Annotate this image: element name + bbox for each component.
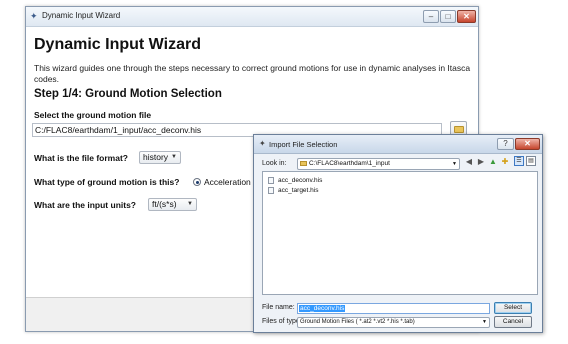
file-type-select[interactable]: Ground Motion Files ( *.at2 *.vt2 *.his … [297,317,490,328]
help-icon: ? [503,139,508,148]
file-name: acc_deconv.his [278,177,323,184]
look-in-select[interactable]: C:\FLAC8\earthdam\1_input ▼ [297,158,460,170]
list-view-icon[interactable]: ☰ [514,156,524,166]
maximize-icon: □ [445,12,451,21]
minimize-icon: – [428,12,434,21]
chevron-down-icon: ▼ [171,154,177,160]
step-title: Step 1/4: Ground Motion Selection [34,88,222,100]
wizard-description: This wizard guides one through the steps… [34,63,471,84]
folder-icon [454,126,464,133]
file-name-label: File name: [262,304,295,311]
import-file-dialog: ✦ Import File Selection ? ✕ Look in: C:\… [253,134,543,333]
file-type-value: Ground Motion Files ( *.at2 *.vt2 *.his … [300,319,415,325]
chevron-down-icon: ▼ [187,201,193,207]
select-button[interactable]: Select [494,302,532,314]
close-button[interactable]: ✕ [457,10,476,23]
acceleration-radio-label[interactable]: Acceleration [204,177,251,187]
maximize-button[interactable]: □ [440,10,456,23]
chevron-down-icon: ▼ [452,161,457,167]
folder-icon [300,161,307,166]
wizard-window-title: Dynamic Input Wizard [42,11,121,20]
list-item[interactable]: acc_target.his [268,186,358,195]
close-icon: ✕ [524,139,531,148]
look-in-value: C:\FLAC8\earthdam\1_input [309,160,390,167]
format-label: What is the file format? [34,153,128,163]
back-icon[interactable]: ◀ [464,157,474,167]
file-name-input[interactable]: acc_deconv.his [297,303,490,314]
format-value: history [143,152,169,162]
file-name: acc_target.his [278,187,319,194]
motion-type-label: What type of ground motion is this? [34,177,180,187]
page-title: Dynamic Input Wizard [34,36,201,53]
units-value: ft/(s*s) [152,199,177,209]
forward-icon[interactable]: ▶ [476,157,486,167]
file-type-label: Files of type: [262,318,302,325]
dialog-title: Import File Selection [269,140,338,149]
file-icon [268,177,274,184]
minimize-button[interactable]: – [423,10,439,23]
wizard-titlebar[interactable]: ✦ Dynamic Input Wizard – □ ✕ [26,7,478,27]
dialog-close-button[interactable]: ✕ [515,138,540,150]
close-icon: ✕ [463,12,470,21]
file-label: Select the ground motion file [34,110,152,120]
units-label: What are the input units? [34,200,136,210]
dialog-titlebar[interactable]: ✦ Import File Selection ? ✕ [254,135,542,154]
radio-selected-icon [195,180,199,184]
units-select[interactable]: ft/(s*s) ▼ [148,198,197,211]
file-name-selection: acc_deconv.his [299,305,346,312]
list-item[interactable]: acc_deconv.his [268,176,358,185]
acceleration-radio[interactable] [193,178,201,186]
file-icon [268,187,274,194]
app-icon: ✦ [30,11,38,21]
look-in-label: Look in: [262,160,287,167]
help-button[interactable]: ? [497,138,514,150]
format-select[interactable]: history ▼ [139,151,181,164]
dialog-app-icon: ✦ [259,139,266,148]
new-folder-icon[interactable]: ✚ [500,157,510,167]
detail-view-icon[interactable]: ▤ [526,156,536,166]
chevron-down-icon: ▼ [482,319,487,325]
file-list[interactable]: acc_deconv.his acc_target.his [262,171,538,295]
cancel-button[interactable]: Cancel [494,316,532,328]
up-folder-icon[interactable]: ▲ [488,157,498,167]
